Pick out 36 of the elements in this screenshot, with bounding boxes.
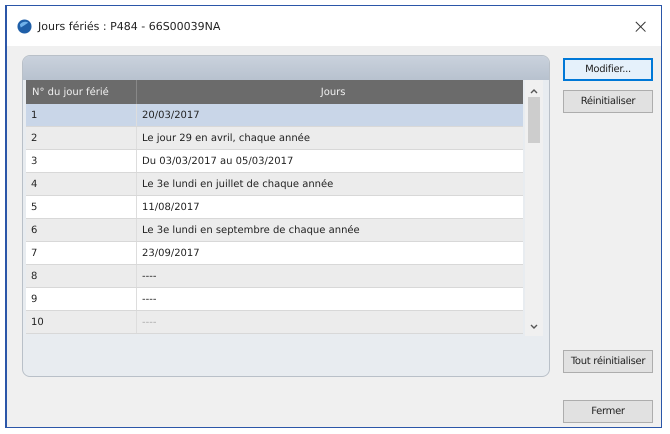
table-cell-text: 1 <box>30 108 38 122</box>
table-cell-text: 4 <box>30 178 38 192</box>
table-row[interactable]: 2 Le jour 29 en avril, chaque année <box>26 127 524 150</box>
table-cell-text: 6 <box>30 224 38 238</box>
reset-button[interactable]: Réinitialiser <box>563 90 653 113</box>
table-cell: ---- <box>136 311 524 333</box>
table-cell-text: 10 <box>30 316 45 330</box>
table-row[interactable]: 7 23/09/2017 <box>26 242 524 265</box>
table-cell: Le jour 29 en avril, chaque année <box>136 127 524 149</box>
table-cell: Du 03/03/2017 au 05/03/2017 <box>136 150 524 172</box>
table-cell-text: 9 <box>30 292 38 306</box>
table-row[interactable]: 8 ---- <box>26 265 524 288</box>
reset-all-button[interactable]: Tout réinitialiser <box>563 350 653 373</box>
modify-button[interactable]: Modifier... <box>563 58 653 81</box>
table-row[interactable]: 4 Le 3e lundi en juillet de chaque année <box>26 173 524 196</box>
table-cell-text: 5 <box>30 200 38 214</box>
table-row[interactable]: 6 Le 3e lundi en septembre de chaque année <box>26 219 524 242</box>
table-row[interactable]: 3 Du 03/03/2017 au 05/03/2017 <box>26 150 524 173</box>
table-cell-text: 8 <box>30 270 38 284</box>
column-header[interactable]: N° du jour férié <box>26 80 136 104</box>
table-cell: 20/03/2017 <box>136 104 524 126</box>
table-row[interactable]: 9 ---- <box>26 288 524 311</box>
table-cell: 23/09/2017 <box>136 242 524 264</box>
close-button[interactable]: Fermer <box>563 400 653 423</box>
window-title: Jours fériés : P484 - 66S00039NA <box>38 20 222 32</box>
close-icon[interactable]: × <box>632 14 649 38</box>
table-cell: ---- <box>136 265 524 287</box>
table-cell: 11/08/2017 <box>136 196 524 218</box>
table-row[interactable]: 1 20/03/2017 <box>26 104 524 127</box>
table-cell: Le 3e lundi en juillet de chaque année <box>136 173 524 195</box>
table-cell-text: 2 <box>30 132 38 146</box>
table-cell-text: 7 <box>30 246 38 260</box>
table-cell: Le 3e lundi en septembre de chaque année <box>136 219 524 241</box>
table-row[interactable]: 5 11/08/2017 <box>26 196 524 219</box>
table-cell-text: 3 <box>30 154 38 168</box>
table-cell: ---- <box>136 288 524 310</box>
